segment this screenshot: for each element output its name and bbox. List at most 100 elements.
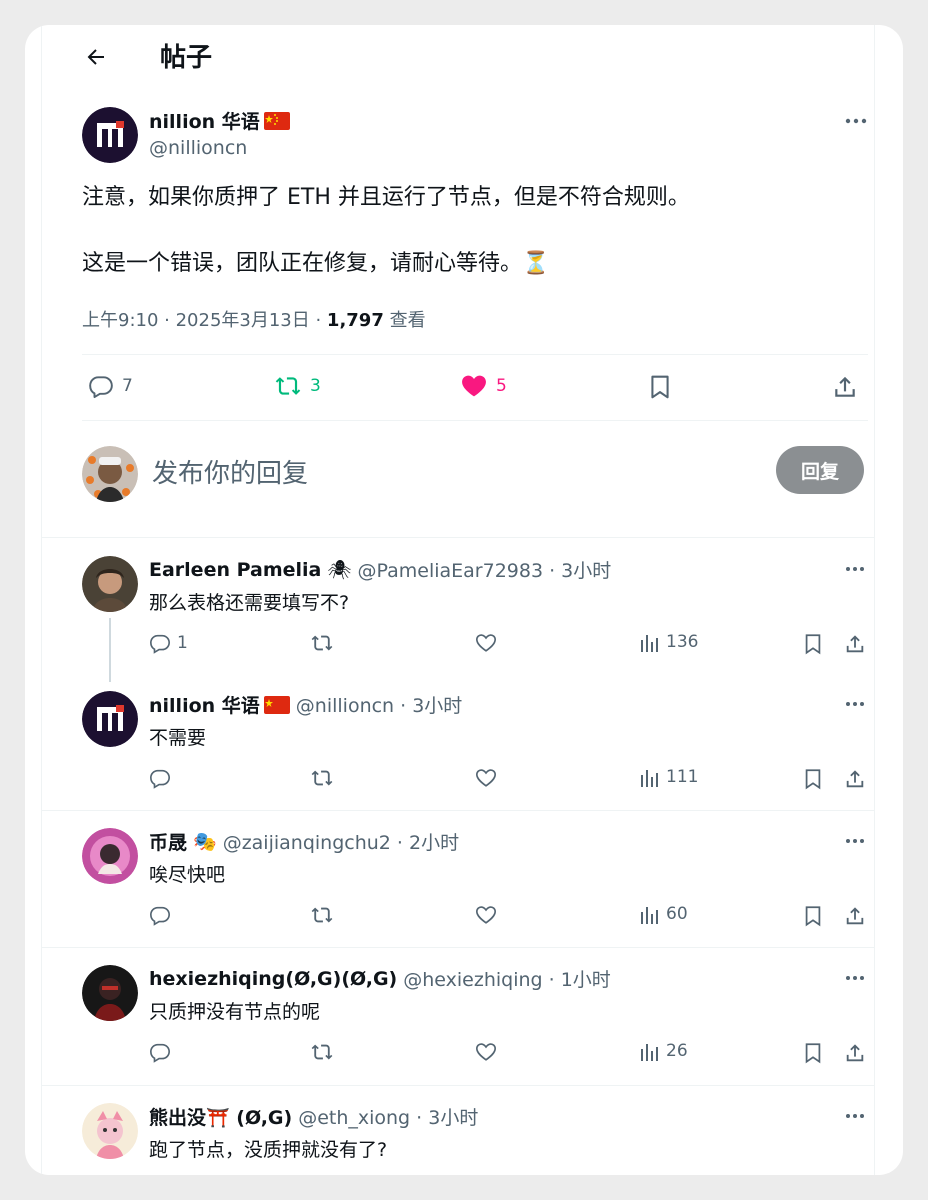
analytics-icon <box>641 907 658 924</box>
bookmark-action[interactable] <box>802 632 824 656</box>
bookmark-icon <box>651 375 669 399</box>
reply-author-name[interactable]: 币晟 <box>149 828 187 855</box>
analytics-icon <box>641 635 658 652</box>
divider <box>42 537 874 538</box>
reply-text: 那么表格还需要填写不? <box>149 592 350 614</box>
bookmark-icon <box>805 906 821 927</box>
views-action[interactable]: 26 <box>640 1041 688 1061</box>
analytics-icon <box>641 770 658 787</box>
reply-handle[interactable]: @nillioncn · 3小时 <box>296 691 463 718</box>
reply-avatar[interactable] <box>82 828 138 884</box>
more-options-icon[interactable] <box>840 1106 870 1126</box>
current-user-avatar[interactable] <box>82 446 138 502</box>
masks-icon: 🎭 <box>193 831 217 853</box>
share-icon <box>846 635 864 653</box>
like-action[interactable]: 5 <box>460 373 507 399</box>
reply-avatar[interactable] <box>82 556 138 612</box>
share-action[interactable] <box>844 767 866 791</box>
reply-icon <box>150 634 170 654</box>
author-handle[interactable]: @nillioncn <box>149 137 247 159</box>
reply-header: 币晟 🎭 @zaijianqingchu2 · 2小时 <box>149 828 459 855</box>
reply-author-name[interactable]: hexiezhiqing(Ø,G)(Ø,G) <box>149 968 397 990</box>
like-action[interactable] <box>474 1041 498 1063</box>
bookmark-icon <box>805 1043 821 1064</box>
reply-input[interactable]: 发布你的回复 <box>152 453 308 490</box>
back-arrow-icon[interactable] <box>78 39 114 75</box>
page-title: 帖子 <box>160 43 213 73</box>
repost-icon <box>311 907 333 923</box>
reply-action[interactable] <box>149 1041 177 1063</box>
repost-action[interactable] <box>310 767 334 789</box>
reply-handle[interactable]: @PameliaEar72983 · 3小时 <box>358 556 612 583</box>
repost-action[interactable] <box>310 904 334 926</box>
heart-icon <box>476 1043 496 1061</box>
divider <box>42 947 874 948</box>
divider <box>42 810 874 811</box>
view-count: 136 <box>666 632 699 652</box>
reply-header: hexiezhiqing(Ø,G)(Ø,G) @hexiezhiqing · 1… <box>149 965 611 992</box>
repost-count: 3 <box>310 376 321 396</box>
reply-count: 1 <box>177 633 188 653</box>
view-count: 1,797 <box>326 310 384 331</box>
more-options-icon[interactable] <box>840 694 870 714</box>
like-action[interactable] <box>474 767 498 789</box>
view-count: 60 <box>666 904 688 924</box>
reply-handle[interactable]: @hexiezhiqing · 1小时 <box>403 965 611 992</box>
view-count: 26 <box>666 1041 688 1061</box>
repost-action[interactable] <box>310 1041 334 1063</box>
repost-action[interactable]: 3 <box>274 373 321 399</box>
share-action[interactable] <box>844 1041 866 1065</box>
reply-avatar[interactable] <box>82 965 138 1021</box>
thread-connector <box>109 618 111 682</box>
like-action[interactable] <box>474 904 498 926</box>
reply-author-name[interactable]: Earleen Pamelia <box>149 559 321 581</box>
reply-author-name[interactable]: 熊出没⛩️ (Ø,G) <box>149 1103 292 1130</box>
share-action[interactable] <box>844 632 866 656</box>
divider <box>42 1085 874 1086</box>
bookmark-action[interactable] <box>802 1041 824 1065</box>
share-action[interactable] <box>844 904 866 928</box>
reply-action[interactable] <box>149 904 177 926</box>
reply-header: Earleen Pamelia 🕷 @PameliaEar72983 · 3小时 <box>149 556 611 583</box>
reply-handle[interactable]: @eth_xiong · 3小时 <box>298 1103 478 1130</box>
views-action[interactable]: 111 <box>640 767 698 787</box>
more-options-icon[interactable] <box>838 109 874 133</box>
repost-icon <box>311 635 333 651</box>
reply-icon <box>89 376 113 399</box>
views-action[interactable]: 60 <box>640 904 688 924</box>
reply-action[interactable]: 1 <box>149 632 188 654</box>
like-action[interactable] <box>474 632 498 654</box>
repost-action[interactable] <box>310 632 334 654</box>
reply-handle[interactable]: @zaijianqingchu2 · 2小时 <box>223 828 459 855</box>
repost-icon <box>311 1044 333 1060</box>
more-options-icon[interactable] <box>840 831 870 851</box>
author-name[interactable]: nillion 华语 <box>149 107 260 134</box>
view-count: 111 <box>666 767 699 787</box>
bookmark-icon <box>805 769 821 790</box>
views-action[interactable]: 136 <box>640 632 698 652</box>
author-avatar[interactable] <box>82 107 138 163</box>
bookmark-action[interactable] <box>802 767 824 791</box>
china-flag-icon <box>263 111 290 130</box>
post-meta: 上午9:10 · 2025年3月13日 · 1,797 查看 <box>82 306 426 332</box>
post-timestamp[interactable]: 上午9:10 · 2025年3月13日 · <box>82 310 327 331</box>
bookmark-action[interactable] <box>647 373 673 401</box>
reply-action[interactable]: 7 <box>88 373 133 399</box>
reply-action[interactable] <box>149 767 177 789</box>
bookmark-action[interactable] <box>802 904 824 928</box>
heart-icon <box>476 769 496 787</box>
more-options-icon[interactable] <box>840 559 870 579</box>
more-options-icon[interactable] <box>840 968 870 988</box>
heart-icon <box>476 906 496 924</box>
share-action[interactable] <box>832 373 858 401</box>
share-icon <box>846 770 864 788</box>
reply-author-name[interactable]: nillion 华语 <box>149 691 260 718</box>
reply-submit-button[interactable]: 回复 <box>776 446 864 494</box>
spider-icon: 🕷 <box>327 559 352 581</box>
reply-header: nillion 华语 @nillioncn · 3小时 <box>149 691 462 718</box>
analytics-icon <box>641 1044 658 1061</box>
reply-avatar[interactable] <box>82 691 138 747</box>
reply-avatar[interactable] <box>82 1103 138 1159</box>
repost-icon <box>311 770 333 786</box>
reply-text: 只质押没有节点的呢 <box>149 1001 321 1023</box>
